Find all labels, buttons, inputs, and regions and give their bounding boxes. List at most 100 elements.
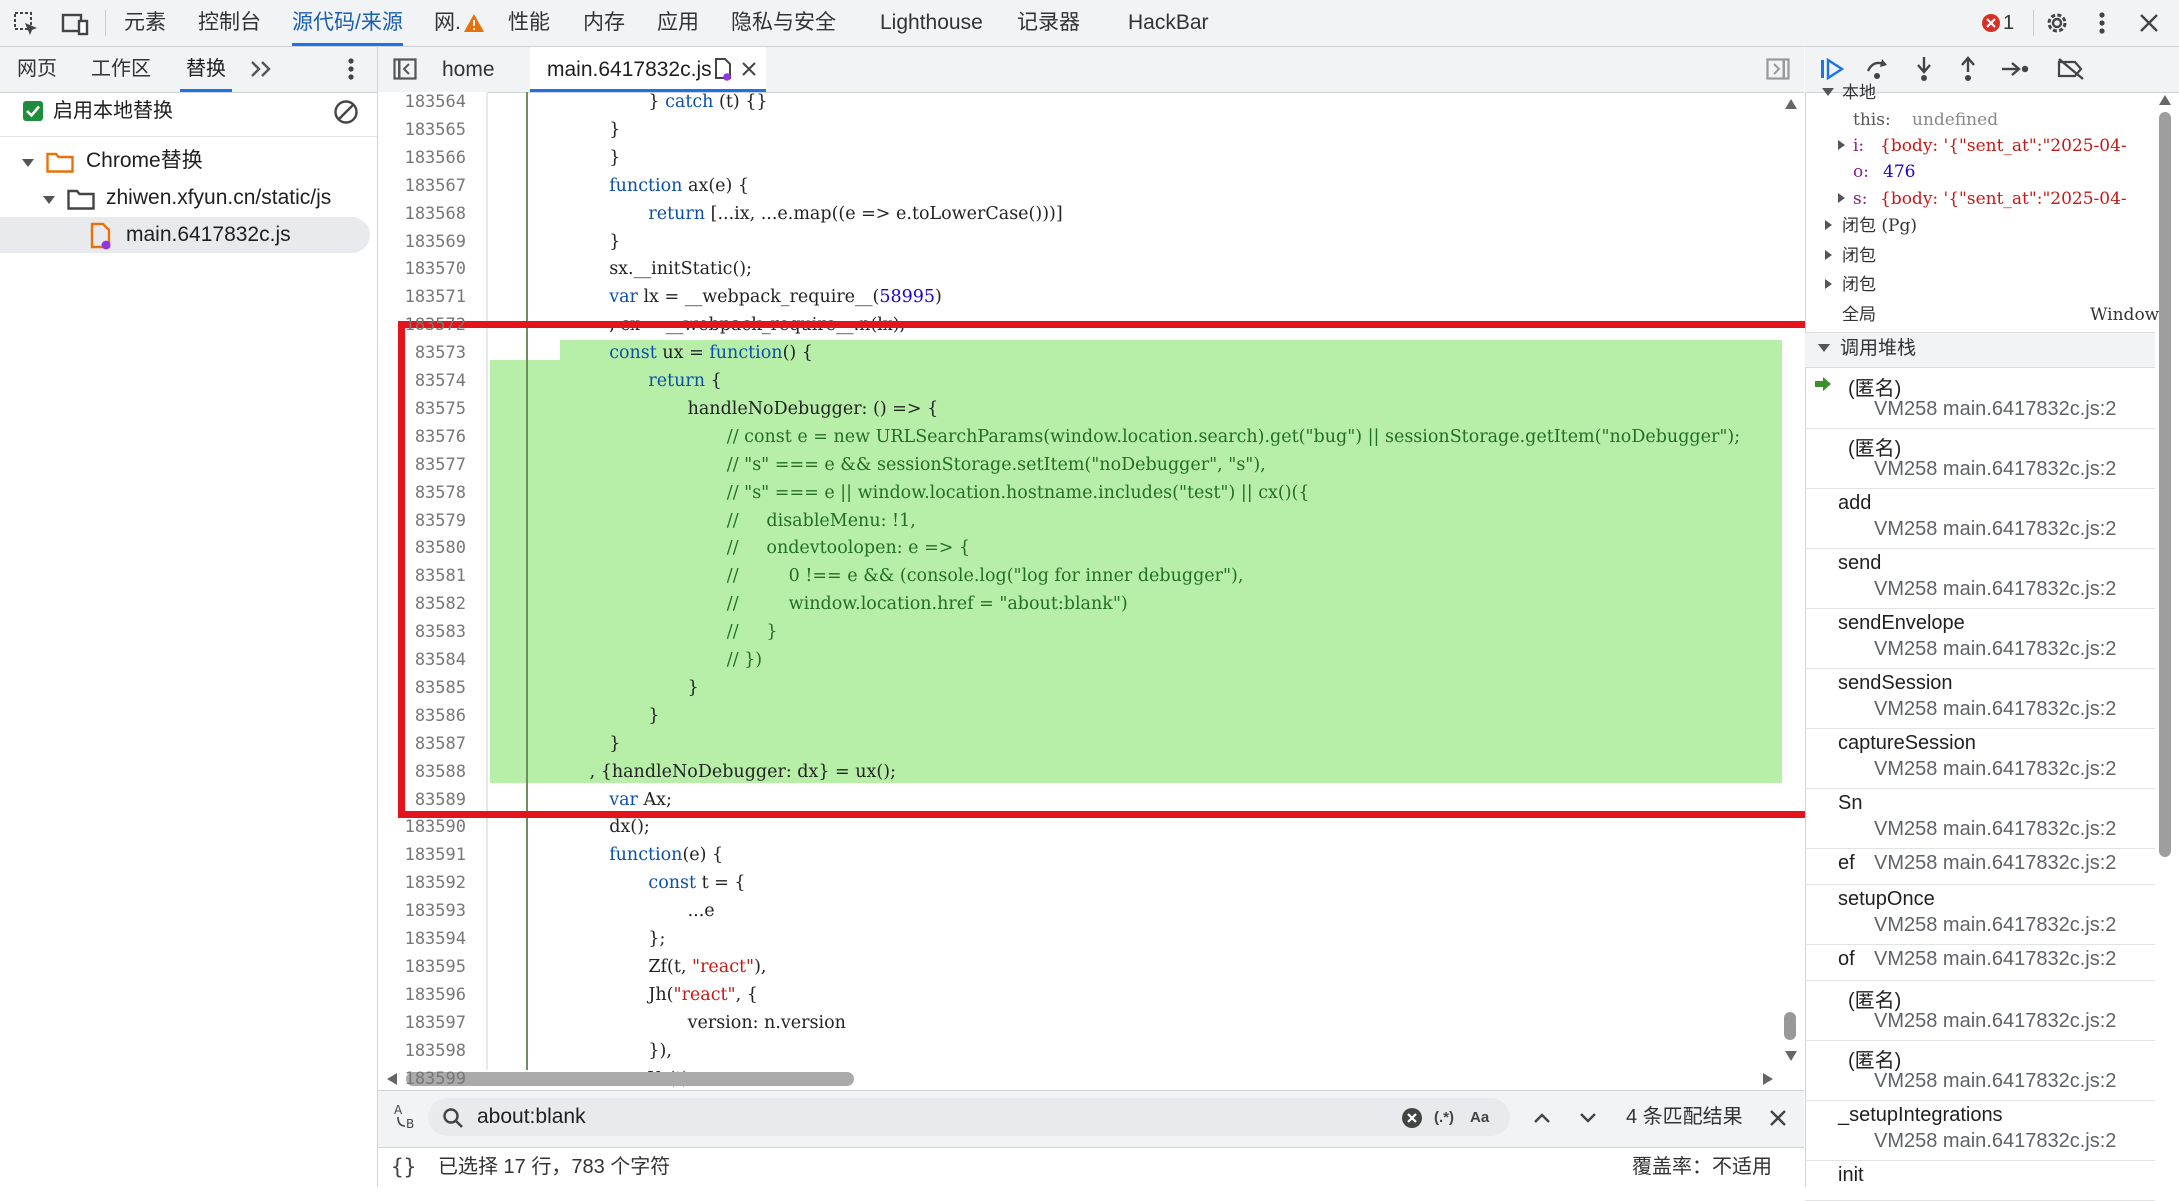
close-search-icon[interactable] [1764,1104,1792,1132]
sidebar-scrollbar-thumb[interactable] [2159,112,2171,857]
code-line[interactable]: } [609,730,620,758]
callstack-frame-name[interactable]: captureSession [1838,732,1976,755]
line-number[interactable]: 83573 [390,339,466,367]
line-number[interactable]: 83581 [390,562,466,590]
callstack-frame-location[interactable]: VM258 main.6417832c.js:2 [1874,578,2116,601]
callstack-frame-name[interactable]: (匿名) [1848,372,1901,401]
callstack-frame-name[interactable]: _setupIntegrations [1838,1104,2003,1127]
line-number[interactable]: 183590 [390,813,466,841]
line-number[interactable]: 183571 [390,283,466,311]
code-line[interactable]: // const e = new URLSearchParams(window.… [727,423,1740,451]
scope-s-key[interactable]: s: [1853,186,1867,212]
code-line[interactable]: // "s" === e && sessionStorage.setItem("… [727,451,1266,479]
step-into-icon[interactable] [1908,53,1940,85]
code-line[interactable]: // }) [727,646,762,674]
callstack-frame-name[interactable]: add [1838,492,1871,515]
callstack-frame-location[interactable]: VM258 main.6417832c.js:2 [1874,948,2116,971]
code-line[interactable]: // 0 !== e && (console.log("log for inne… [727,562,1244,590]
toggle-navigator-icon[interactable] [390,55,420,83]
tab-lighthouse[interactable]: Lighthouse [880,0,983,46]
line-number[interactable]: 183568 [390,200,466,228]
expand-arrow-icon[interactable] [1825,279,1832,289]
code-line[interactable]: // disableMenu: !1, [727,507,916,535]
clear-overrides-icon[interactable] [331,97,361,127]
line-number[interactable]: 183565 [390,116,466,144]
line-number[interactable]: 183594 [390,925,466,953]
line-number[interactable]: 83577 [390,451,466,479]
code-line[interactable]: const t = { [648,869,745,897]
pretty-print-icon[interactable]: {} [391,1152,416,1182]
scroll-right-arrow-icon[interactable] [1760,1070,1776,1088]
code-line[interactable]: } [688,674,699,702]
line-number[interactable]: 83584 [390,646,466,674]
tab-recorder[interactable]: 记录器 [1017,0,1080,46]
horizontal-scrollbar-thumb[interactable] [406,1072,854,1086]
line-number[interactable]: 83578 [390,479,466,507]
error-icon[interactable] [1980,12,2002,34]
expand-arrow-icon[interactable] [1838,140,1845,150]
step-out-icon[interactable] [1952,53,1984,85]
scroll-up-arrow-icon[interactable] [2156,92,2174,108]
scroll-down-arrow-icon[interactable] [1782,1048,1800,1064]
callstack-frame-name[interactable]: sendSession [1838,672,1953,695]
line-number[interactable]: 83589 [390,786,466,814]
expand-arrow-icon[interactable] [22,159,34,167]
line-number[interactable]: 83576 [390,423,466,451]
callstack-frame-location[interactable]: VM258 main.6417832c.js:2 [1874,518,2116,541]
inspect-element-icon[interactable] [12,10,40,38]
more-options-icon[interactable] [2090,8,2114,38]
code-line[interactable]: return [...ix, ...e.map((e => e.toLowerC… [648,200,1062,228]
line-number[interactable]: 83588 [390,758,466,786]
line-number[interactable]: 83587 [390,730,466,758]
tab-workspace[interactable]: 工作区 [91,47,151,92]
close-tab-icon[interactable] [738,58,760,80]
code-line[interactable]: } [609,116,620,144]
tab-memory[interactable]: 内存 [583,0,625,46]
line-number[interactable]: 83586 [390,702,466,730]
callstack-frame-location[interactable]: VM258 main.6417832c.js:2 [1874,398,2116,421]
line-number[interactable]: 183595 [390,953,466,981]
regex-toggle[interactable]: (.*) [1434,1106,1454,1130]
tab-network[interactable]: 网. [434,0,461,46]
tab-performance[interactable]: 性能 [508,0,550,46]
toggle-debugger-icon[interactable] [1763,55,1793,83]
scope-closure[interactable]: 闭包 [1842,272,1876,298]
step-icon[interactable] [1998,53,2032,85]
error-count[interactable]: 1 [2003,10,2014,36]
line-number[interactable]: 83574 [390,367,466,395]
line-number[interactable]: 183566 [390,144,466,172]
expand-arrow-icon[interactable] [1825,220,1832,230]
close-devtools-icon[interactable] [2134,8,2164,38]
expand-arrow-icon[interactable] [43,196,55,204]
callstack-frame-name[interactable]: (匿名) [1848,432,1901,461]
search-input[interactable]: about:blank [477,1102,586,1132]
scope-closure-pg[interactable]: 闭包 (Pg) [1842,213,1917,239]
callstack-frame-name[interactable]: ef [1838,852,1855,875]
callstack-frame-location[interactable]: VM258 main.6417832c.js:2 [1874,638,2116,661]
line-number[interactable]: 183572 [390,311,466,339]
code-line[interactable]: version: n.version [688,1009,846,1037]
code-line[interactable]: const ux = function() { [609,339,813,367]
tree-file-main-js[interactable]: main.6417832c.js [126,218,291,252]
enable-overrides-label[interactable]: 启用本地替换 [53,97,173,125]
code-line[interactable]: function ax(e) { [609,172,749,200]
callstack-frame-location[interactable]: VM258 main.6417832c.js:2 [1874,1130,2116,1153]
code-line[interactable]: var Ax; [609,786,672,814]
tree-root-chrome-overrides[interactable]: Chrome替换 [86,144,203,178]
callstack-frame-location[interactable]: VM258 main.6417832c.js:2 [1874,758,2116,781]
editor-tab-main-js[interactable]: main.6417832c.js [547,47,712,92]
code-line[interactable]: function(e) { [609,841,723,869]
callstack-frame-name[interactable]: init [1838,1164,1864,1187]
code-line[interactable]: , cx = __webpack_require__.n(lx); [609,311,905,339]
replace-toggle-icon[interactable]: AB [390,1100,424,1134]
scope-global[interactable]: 全局 [1842,302,1876,328]
line-number[interactable]: 183569 [390,228,466,256]
callstack-frame-name[interactable]: setupOnce [1838,888,1935,911]
code-line[interactable]: } [609,144,620,172]
line-number[interactable]: 83583 [390,618,466,646]
code-line[interactable]: return { [648,367,721,395]
previous-match-icon[interactable] [1528,1104,1556,1132]
line-number[interactable]: 183567 [390,172,466,200]
line-number[interactable]: 83575 [390,395,466,423]
enable-overrides-checkbox[interactable] [22,100,44,122]
